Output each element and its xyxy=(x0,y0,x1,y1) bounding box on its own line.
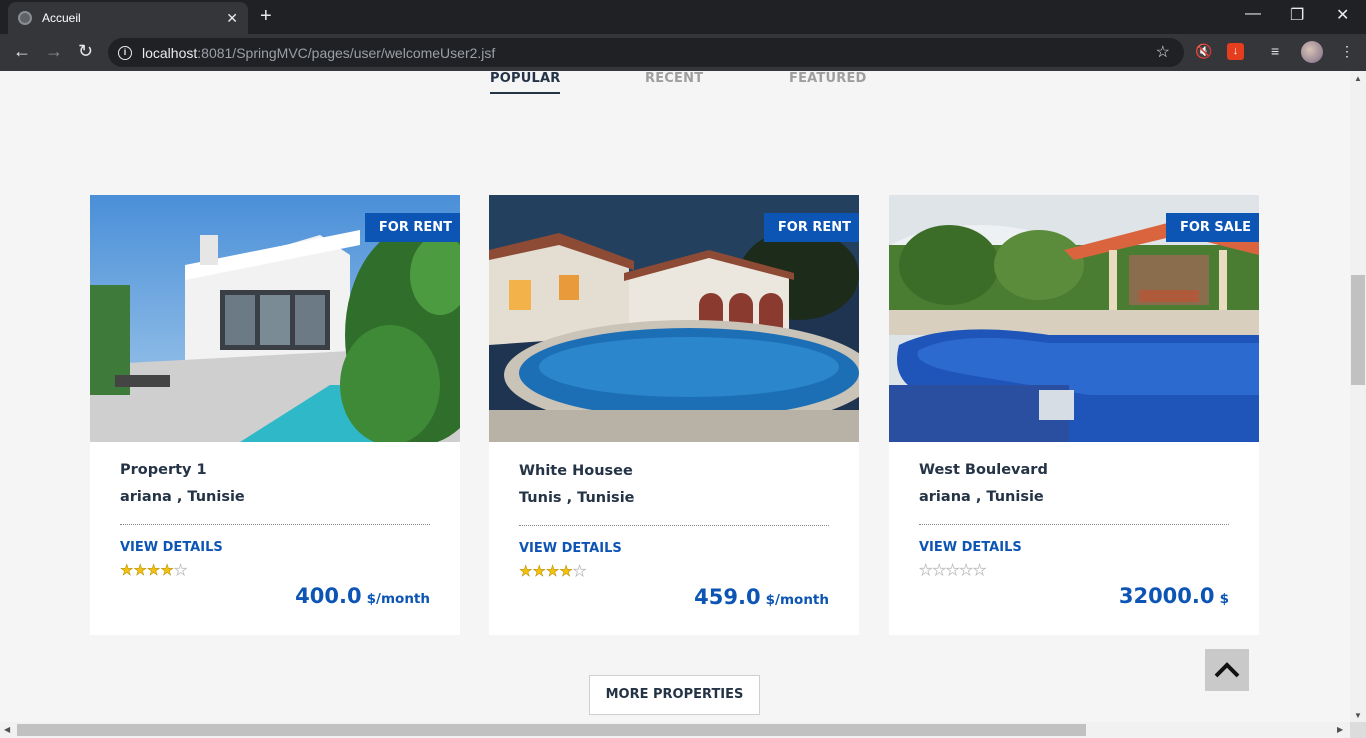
property-title[interactable]: White Housee xyxy=(519,463,633,479)
star-empty-icon: ★ xyxy=(919,562,933,580)
property-title[interactable]: Property 1 xyxy=(120,462,207,478)
price-unit: $/month xyxy=(765,592,829,608)
tab-title: Accueil xyxy=(42,11,81,25)
property-price: 32000.0 $ xyxy=(1119,584,1229,608)
property-price: 459.0 $/month xyxy=(694,585,829,609)
property-location: ariana , Tunisie xyxy=(120,489,245,505)
property-photo[interactable]: FOR RENT xyxy=(90,195,460,442)
divider xyxy=(120,524,430,525)
rating-stars: ★★★★★ xyxy=(919,561,987,580)
back-icon[interactable]: ← xyxy=(13,41,31,62)
url-host: localhost xyxy=(142,44,198,61)
browser-tab-bar: Accueil ✕ + — ❐ ✕ xyxy=(0,0,1366,34)
new-tab-icon[interactable]: + xyxy=(260,5,272,28)
star-filled-icon: ★ xyxy=(120,562,134,580)
tab-popular[interactable]: POPULAR xyxy=(490,71,561,94)
scroll-left-arrow-icon[interactable]: ◀ xyxy=(4,725,10,734)
property-card: FOR SALE West Boulevard ariana , Tunisie… xyxy=(889,195,1259,635)
rating-stars: ★★★★★ xyxy=(120,561,188,580)
star-filled-icon: ★ xyxy=(519,563,533,581)
star-empty-icon: ★ xyxy=(959,562,973,580)
property-location: ariana , Tunisie xyxy=(919,489,1044,505)
url-path: :8081/SpringMVC/pages/user/welcomeUser2.… xyxy=(197,44,496,61)
profile-avatar[interactable] xyxy=(1301,41,1323,63)
menu-dots-icon[interactable]: ⋮ xyxy=(1340,43,1354,60)
star-filled-icon: ★ xyxy=(559,563,573,581)
browser-toolbar: ← → ↻ i localhost:8081/SpringMVC/pages/u… xyxy=(0,34,1366,71)
view-details-link[interactable]: VIEW DETAILS xyxy=(919,540,1022,555)
star-empty-icon: ★ xyxy=(932,562,946,580)
price-amount: 32000.0 xyxy=(1118,584,1215,608)
scroll-right-arrow-icon[interactable]: ▶ xyxy=(1337,725,1343,734)
price-unit: $ xyxy=(1219,591,1229,607)
property-photo[interactable]: FOR RENT xyxy=(489,195,859,442)
listing-status-badge: FOR RENT xyxy=(763,213,859,242)
vertical-scrollbar[interactable]: ▲ ▼ xyxy=(1350,71,1366,722)
info-icon[interactable]: i xyxy=(118,45,132,60)
horizontal-scrollbar[interactable]: ◀ ▶ xyxy=(0,722,1350,738)
view-details-link[interactable]: VIEW DETAILS xyxy=(519,541,622,556)
browser-tab[interactable]: Accueil ✕ xyxy=(8,2,248,34)
property-price: 400.0 $/month xyxy=(295,584,430,608)
minimize-icon[interactable]: — xyxy=(1245,5,1261,23)
property-card: FOR RENT White Housee Tunis , Tunisie VI… xyxy=(489,195,859,635)
page-content: POPULAR RECENT FEATURED FOR RENT Propert… xyxy=(0,71,1350,722)
more-properties-button[interactable]: MORE PROPERTIES xyxy=(589,675,760,715)
property-photo[interactable]: FOR SALE xyxy=(889,195,1259,442)
tab-recent[interactable]: RECENT xyxy=(645,71,703,86)
property-location: Tunis , Tunisie xyxy=(519,490,635,506)
chevron-up-icon xyxy=(1214,662,1240,678)
scroll-down-arrow-icon[interactable]: ▼ xyxy=(1354,711,1362,720)
restore-icon[interactable]: ❐ xyxy=(1290,5,1304,25)
star-filled-icon: ★ xyxy=(532,563,546,581)
price-amount: 400.0 xyxy=(295,584,362,608)
divider xyxy=(919,524,1229,525)
scroll-up-arrow-icon[interactable]: ▲ xyxy=(1354,74,1362,83)
horizontal-scroll-thumb[interactable] xyxy=(17,724,1086,736)
star-filled-icon: ★ xyxy=(160,562,174,580)
close-window-icon[interactable]: ✕ xyxy=(1336,5,1349,25)
divider xyxy=(519,525,829,526)
listing-status-badge: FOR RENT xyxy=(364,213,460,242)
globe-icon xyxy=(18,11,32,25)
star-empty-icon: ★ xyxy=(972,562,987,580)
bookmark-star-icon[interactable]: ☆ xyxy=(1156,42,1170,62)
listing-status-badge: FOR SALE xyxy=(1165,213,1259,242)
star-filled-icon: ★ xyxy=(146,562,161,580)
scroll-to-top-button[interactable] xyxy=(1205,649,1249,691)
download-extension-icon[interactable]: ↓ xyxy=(1227,43,1244,60)
property-card: FOR RENT Property 1 ariana , Tunisie VIE… xyxy=(90,195,460,635)
star-filled-icon: ★ xyxy=(545,563,560,581)
star-empty-icon: ★ xyxy=(173,562,188,580)
view-details-link[interactable]: VIEW DETAILS xyxy=(120,540,223,555)
star-empty-icon: ★ xyxy=(572,563,587,581)
vertical-scroll-thumb[interactable] xyxy=(1351,275,1365,385)
star-filled-icon: ★ xyxy=(133,562,147,580)
media-queue-icon[interactable]: ≡ xyxy=(1271,43,1279,59)
scrollbar-corner xyxy=(1350,722,1366,738)
reload-icon[interactable]: ↻ xyxy=(78,41,93,62)
price-amount: 459.0 xyxy=(694,585,761,609)
property-title[interactable]: West Boulevard xyxy=(919,462,1048,478)
forward-icon[interactable]: → xyxy=(45,41,63,62)
address-bar[interactable]: i localhost:8081/SpringMVC/pages/user/we… xyxy=(108,38,1184,67)
price-unit: $/month xyxy=(366,591,430,607)
muted-speaker-icon[interactable]: 🔇 xyxy=(1195,43,1212,60)
close-tab-icon[interactable]: ✕ xyxy=(226,10,238,27)
rating-stars: ★★★★★ xyxy=(519,562,587,581)
tab-featured[interactable]: FEATURED xyxy=(789,71,867,86)
star-empty-icon: ★ xyxy=(945,562,960,580)
